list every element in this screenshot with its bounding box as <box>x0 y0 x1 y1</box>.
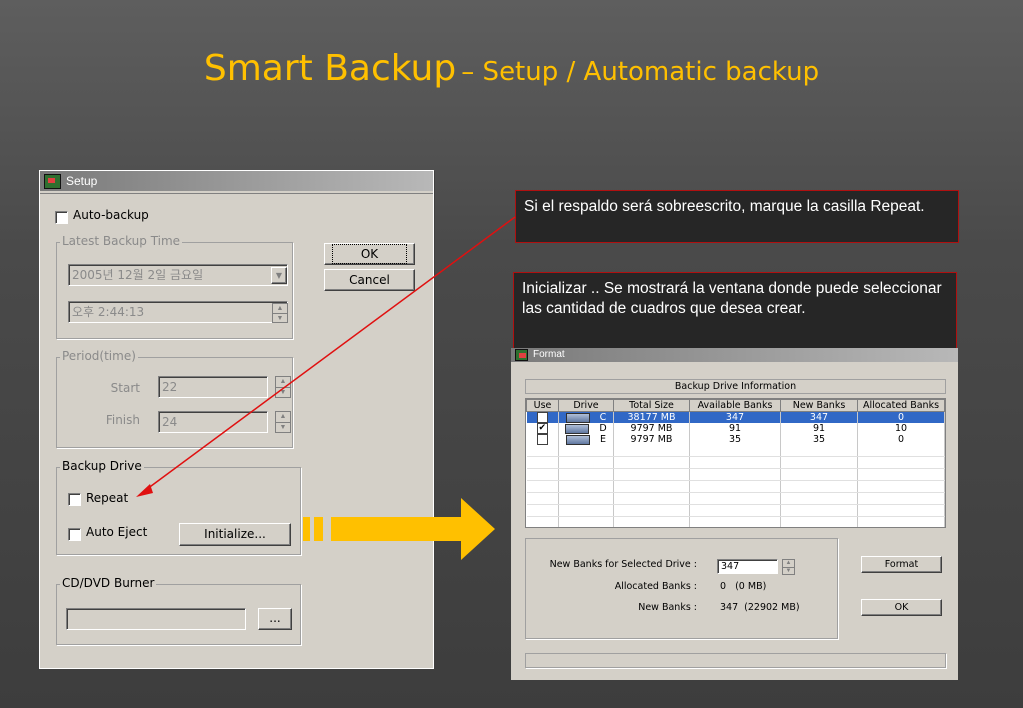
use-cell <box>526 434 559 445</box>
empty-row <box>526 456 945 469</box>
arrow-dash-1 <box>303 517 310 541</box>
use-checkbox[interactable]: ✔ <box>536 423 548 434</box>
empty-row <box>526 445 945 457</box>
col-new-banks: New Banks <box>780 399 858 412</box>
col-total-size: Total Size <box>613 399 690 412</box>
new-banks-selected-value: 347 <box>721 561 740 572</box>
format-ok-button[interactable]: OK <box>861 599 942 616</box>
allocated-banks-label: Allocated Banks : <box>614 581 697 592</box>
spin-up-icon: ▲ <box>783 560 794 568</box>
use-cell <box>526 411 559 423</box>
col-use: Use <box>526 399 559 412</box>
empty-row <box>526 504 945 517</box>
empty-row <box>526 516 945 527</box>
allocated-cell: 10 <box>857 423 945 434</box>
pointer-arrowhead-icon <box>136 484 153 497</box>
hard-drive-icon <box>565 434 590 445</box>
total-cell: 9797 MB <box>613 434 690 445</box>
use-cell: ✔ <box>526 423 559 434</box>
new-banks-selected-input[interactable]: 347 <box>717 559 778 574</box>
table-row[interactable]: E 9797 MB 35 35 0 <box>526 434 945 445</box>
format-window: Format Backup Drive Information Use Driv… <box>511 348 958 680</box>
format-titlebar: Format <box>511 348 958 362</box>
arrow-right-icon <box>461 498 495 560</box>
format-title: Format <box>533 349 565 360</box>
drive-table-frame: Use Drive Total Size Available Banks New… <box>525 398 946 528</box>
empty-row <box>526 492 945 505</box>
hard-drive-icon <box>565 423 590 434</box>
allocated-cell: 0 <box>857 434 945 445</box>
use-checkbox[interactable] <box>536 434 548 445</box>
new-banks-label: New Banks : <box>638 602 697 613</box>
allocated-banks-value: 0 (0 MB) <box>720 581 767 592</box>
new-cell: 35 <box>780 434 858 445</box>
use-checkbox[interactable] <box>536 412 548 423</box>
drive-cell: D <box>558 423 614 434</box>
drive-cell: E <box>558 434 614 445</box>
col-available-banks: Available Banks <box>689 399 781 412</box>
table-header-row: Use Drive Total Size Available Banks New… <box>526 399 945 412</box>
drive-table: Use Drive Total Size Available Banks New… <box>526 399 945 527</box>
drive-cell: C <box>558 411 614 423</box>
total-cell: 9797 MB <box>613 423 690 434</box>
spin-down-icon: ▼ <box>785 568 792 574</box>
available-cell: 347 <box>689 411 781 423</box>
table-row[interactable]: ✔ D 9797 MB 91 91 10 <box>526 423 945 434</box>
allocated-cell: 0 <box>857 411 945 423</box>
col-allocated-banks: Allocated Banks <box>857 399 945 412</box>
table-row[interactable]: C 38177 MB 347 347 0 <box>526 411 945 423</box>
new-banks-selected-label: New Banks for Selected Drive : <box>549 559 697 570</box>
col-drive: Drive <box>558 399 614 412</box>
total-cell: 38177 MB <box>613 411 690 423</box>
drive-letter: E <box>599 434 606 445</box>
arrow-dash-2 <box>314 517 323 541</box>
available-cell: 91 <box>689 423 781 434</box>
new-banks-spinner[interactable]: ▲ ▼ <box>782 559 795 575</box>
status-bar <box>525 653 946 668</box>
arrow-body <box>331 517 462 541</box>
new-cell: 91 <box>780 423 858 434</box>
hard-drive-icon <box>565 412 590 423</box>
empty-row <box>526 468 945 481</box>
new-banks-value: 347 (22902 MB) <box>720 602 800 613</box>
format-button[interactable]: Format <box>861 556 942 573</box>
pointer-line <box>142 216 516 493</box>
drive-letter: D <box>599 423 607 434</box>
new-cell: 347 <box>780 411 858 423</box>
app-icon <box>515 349 528 361</box>
empty-row <box>526 480 945 493</box>
info-header: Backup Drive Information <box>525 379 946 394</box>
drive-letter: C <box>599 412 607 423</box>
available-cell: 35 <box>689 434 781 445</box>
